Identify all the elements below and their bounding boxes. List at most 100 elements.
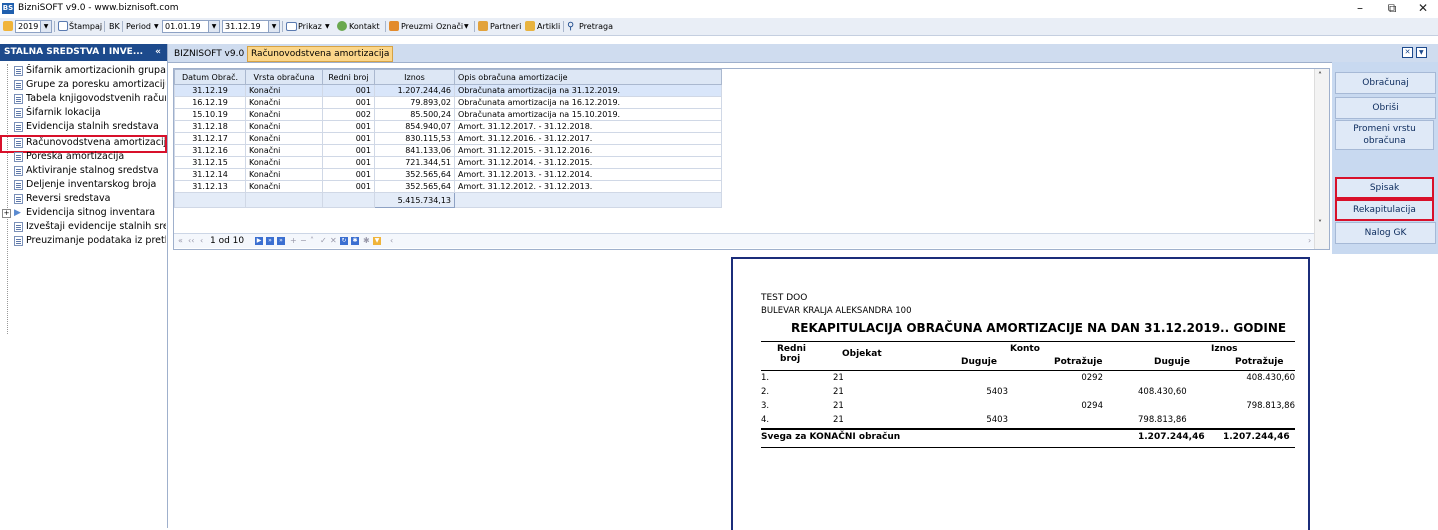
- column-header[interactable]: Iznos: [374, 69, 455, 85]
- sidebar-item-aktiviranje[interactable]: Aktiviranje stalnog sredstva: [14, 164, 166, 178]
- total-top-rule: [761, 428, 1295, 430]
- table-row[interactable]: 31.12.19 Konačni 001 1.207.244,46 Obračunata…: [174, 84, 722, 97]
- date-from-input[interactable]: 01.01.19: [162, 20, 210, 33]
- sidebar-item-poreska-amortizacija[interactable]: Poreska amortizacija: [14, 150, 166, 164]
- cancel-record-icon[interactable]: ✕: [330, 234, 337, 248]
- refresh-icon[interactable]: ↻: [340, 237, 348, 245]
- chevron-down-icon[interactable]: ▼: [1415, 47, 1427, 58]
- scroll-left-icon[interactable]: ‹: [390, 234, 393, 248]
- close-icon[interactable]: ✕: [1413, 1, 1433, 15]
- toolbar-separator: [563, 21, 564, 32]
- table-cell: 841.133,06: [374, 144, 455, 157]
- kontakt-button[interactable]: Kontakt: [349, 20, 380, 33]
- table-cell: 001: [322, 84, 375, 97]
- expand-icon[interactable]: +: [2, 209, 11, 218]
- prev-record-icon[interactable]: ‹: [200, 234, 203, 248]
- first-record-icon[interactable]: «: [178, 234, 183, 248]
- sidebar-item-label: Preuzimanje podataka iz prethodne godine: [26, 235, 166, 246]
- pretraga-button[interactable]: Pretraga: [579, 20, 613, 33]
- header-objekat: Objekat: [842, 349, 882, 359]
- edit-record-icon[interactable]: ˄: [310, 234, 314, 248]
- collapse-icon[interactable]: «: [155, 44, 161, 61]
- sidebar-item-sifarnik-grupa[interactable]: Šifarnik amortizacionih grupa: [14, 64, 166, 78]
- table-row[interactable]: 31.12.15 Konačni 001 721.344,51 Amort. 31.12…: [174, 156, 722, 169]
- sidebar-item-preuzimanje[interactable]: Preuzimanje podataka iz prethodne godine: [14, 234, 166, 248]
- sidebar-item-reversi[interactable]: Reversi sredstava: [14, 192, 166, 206]
- partneri-button[interactable]: Partneri: [490, 20, 521, 33]
- goto-bookmark-icon[interactable]: ✱: [363, 234, 370, 248]
- bookmark-icon[interactable]: ✱: [351, 237, 359, 245]
- next-record-icon[interactable]: ▶: [255, 237, 263, 245]
- table-cell: 002: [322, 108, 375, 121]
- sidebar-item-sifarnik-lokacija[interactable]: Šifarnik lokacija: [14, 106, 166, 120]
- print-button[interactable]: Štampaj: [69, 20, 102, 33]
- filter-icon[interactable]: ▼: [373, 237, 381, 245]
- table-row[interactable]: 31.12.14 Konačni 001 352.565,64 Amort. 31.12…: [174, 168, 722, 181]
- minimize-icon[interactable]: –: [1350, 1, 1370, 15]
- spisak-button[interactable]: Spisak: [1335, 177, 1434, 199]
- chevron-down-icon[interactable]: ▼: [154, 20, 159, 33]
- period-button[interactable]: Period: [126, 20, 151, 33]
- tab-racunovodstvena-amortizacija[interactable]: Računovodstvena amortizacija: [247, 46, 394, 62]
- restore-icon[interactable]: ⧉: [1382, 1, 1402, 16]
- total-bottom-rule: [761, 447, 1295, 448]
- table-row[interactable]: 31.12.18 Konačni 001 854.940,07 Amort. 31.12…: [174, 120, 722, 133]
- prev-page-icon[interactable]: ‹‹: [188, 234, 194, 248]
- add-record-icon[interactable]: +: [290, 234, 297, 248]
- sidebar-item-izvestaji[interactable]: Izveštaji evidencije stalnih sredstava: [14, 220, 166, 234]
- sidebar-item-sitni-inventar[interactable]: + ▶ Evidencija sitnog inventara: [2, 206, 166, 220]
- column-header[interactable]: Datum Obrač.: [174, 69, 246, 85]
- bk-button[interactable]: BK: [109, 20, 120, 33]
- grid-header-row: Datum Obrač. Vrsta obračuna Redni broj I…: [174, 69, 722, 85]
- table-cell: Konačni: [245, 96, 323, 109]
- post-record-icon[interactable]: ✓: [320, 234, 327, 248]
- column-header[interactable]: Redni broj: [322, 69, 375, 85]
- year-select[interactable]: 2019: [15, 20, 41, 33]
- preuzmi-button[interactable]: Preuzmi: [401, 20, 433, 33]
- artikli-button[interactable]: Artikli: [537, 20, 560, 33]
- last-record-icon[interactable]: »: [277, 237, 285, 245]
- report-cell-kp: 0294: [1081, 401, 1103, 411]
- tab-home[interactable]: BIZNISOFT v9.0: [171, 47, 247, 61]
- tab-controls[interactable]: ✕ ▼: [1402, 47, 1436, 59]
- chevron-down-icon[interactable]: ▼: [464, 20, 469, 33]
- column-header[interactable]: Vrsta obračuna: [245, 69, 323, 85]
- promeni-vrstu-button[interactable]: Promeni vrstu obračuna: [1335, 120, 1434, 150]
- report-cell-rb: 3.: [761, 401, 770, 411]
- obrisi-button[interactable]: Obriši: [1335, 97, 1436, 119]
- total-label: Svega za KONAČNI obračun: [761, 432, 901, 442]
- table-cell: 31.12.19: [174, 84, 246, 97]
- chevron-down-icon[interactable]: ▼: [208, 20, 220, 33]
- scroll-up-icon[interactable]: ˄: [1318, 71, 1322, 80]
- nalog-gk-button[interactable]: Nalog GK: [1335, 222, 1436, 244]
- table-row[interactable]: 31.12.13 Konačni 001 352.565,64 Amort. 31.12…: [174, 180, 722, 193]
- scroll-right-icon[interactable]: ›: [1308, 234, 1311, 248]
- sidebar-item-evidencija-stalnih[interactable]: Evidencija stalnih sredstava: [14, 120, 166, 134]
- table-row[interactable]: 31.12.17 Konačni 001 830.115,53 Amort. 31.12…: [174, 132, 722, 145]
- download-icon: [389, 21, 399, 31]
- chevron-down-icon[interactable]: ▼: [325, 20, 330, 33]
- table-row[interactable]: 31.12.16 Konačni 001 841.133,06 Amort. 31.12…: [174, 144, 722, 157]
- rekapitulacija-button[interactable]: Rekapitulacija: [1335, 199, 1434, 221]
- scroll-down-icon[interactable]: ˅: [1318, 219, 1322, 228]
- chevron-down-icon[interactable]: ▼: [40, 20, 52, 33]
- column-header[interactable]: Opis obračuna amortizacije: [454, 69, 722, 85]
- sidebar-item-deljenje[interactable]: Deljenje inventarskog broja: [14, 178, 166, 192]
- chevron-down-icon[interactable]: ▼: [268, 20, 280, 33]
- prikaz-button[interactable]: Prikaz: [298, 20, 322, 33]
- table-cell: Obračunata amortizacija na 15.10.2019.: [454, 108, 722, 121]
- sidebar-item-tabela-racuna[interactable]: Tabela knjigovodstvenih računa: [14, 92, 166, 106]
- table-cell: Konačni: [245, 120, 323, 133]
- table-row[interactable]: 16.12.19 Konačni 001 79.893,02 Obračunata am…: [174, 96, 722, 109]
- obracunaj-button[interactable]: Obračunaj: [1335, 72, 1436, 94]
- next-page-icon[interactable]: »: [266, 237, 274, 245]
- close-tab-icon[interactable]: ✕: [1402, 47, 1413, 58]
- vertical-scrollbar[interactable]: ˄ ˅: [1314, 69, 1329, 249]
- oznaci-button[interactable]: Označi: [436, 20, 463, 33]
- delete-record-icon[interactable]: −: [300, 234, 307, 248]
- sidebar-item-grupe-poreska[interactable]: Grupe za poresku amortizaciju: [14, 78, 166, 92]
- partners-icon: [478, 21, 488, 31]
- table-cell: 854.940,07: [374, 120, 455, 133]
- table-row[interactable]: 15.10.19 Konačni 002 85.500,24 Obračunata am…: [174, 108, 722, 121]
- date-to-input[interactable]: 31.12.19: [222, 20, 270, 33]
